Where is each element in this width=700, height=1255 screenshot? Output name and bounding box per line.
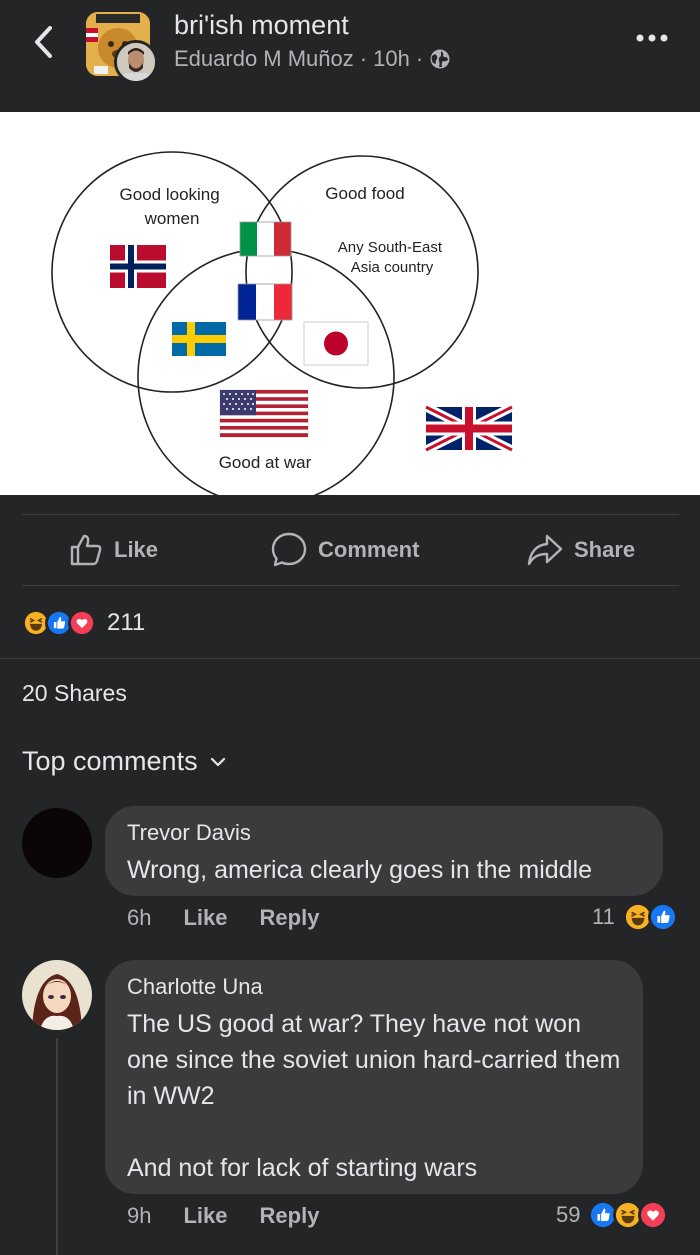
thumbs-up-icon [70, 534, 102, 566]
comment-like-button[interactable]: Like [183, 905, 227, 931]
japan-flag [303, 321, 369, 366]
venn-diagram: Good looking women Good food Good at war… [51, 151, 515, 506]
comment-reactions[interactable]: 59 [556, 1200, 669, 1230]
comment-time[interactable]: 9h [127, 1203, 151, 1229]
share-button[interactable]: Share [526, 530, 635, 570]
group-name[interactable]: bri'ish moment [174, 10, 349, 41]
commenter-avatar[interactable] [22, 808, 92, 878]
reaction-summary[interactable]: 211 [22, 606, 145, 640]
chevron-left-icon [35, 26, 52, 58]
italy-flag [239, 221, 292, 257]
usa-flag [219, 389, 309, 438]
meta-separator-2: · [415, 46, 424, 71]
comment-button[interactable]: Comment [270, 530, 419, 570]
post-image[interactable]: Good looking women Good food Good at war… [0, 112, 700, 506]
uk-flag [423, 402, 515, 455]
globe-icon [430, 49, 450, 69]
comment-bubble[interactable]: Trevor Davis Wrong, america clearly goes… [105, 806, 663, 896]
post-header: bri'ish moment Eduardo M Muñoz · 10h · [0, 0, 700, 112]
like-label: Like [114, 537, 159, 562]
divider [22, 585, 679, 586]
circle-label-war: Good at war [219, 453, 312, 472]
author-avatar[interactable] [114, 40, 158, 84]
more-dots-icon [636, 34, 668, 42]
comment-reactions[interactable]: 11 [592, 902, 678, 932]
comment-sort-dropdown[interactable]: Top comments [22, 746, 226, 777]
meta-separator: · [359, 46, 368, 71]
chevron-down-icon [210, 757, 225, 766]
post-action-bar: Like Comment Share [0, 518, 700, 582]
norway-flag [110, 245, 166, 288]
love-reaction-icon [638, 1200, 669, 1230]
comment-reply-button[interactable]: Reply [260, 1203, 320, 1229]
like-button[interactable]: Like [68, 530, 158, 570]
commenter-avatar[interactable] [22, 960, 92, 1030]
reaction-count: 211 [107, 609, 146, 636]
commenter-name[interactable]: Trevor Davis [127, 820, 641, 846]
post-meta: Eduardo M Muñoz · 10h · [174, 46, 451, 72]
comment-meta: 9h Like Reply [127, 1203, 351, 1229]
comment-text: Wrong, america clearly goes in the middl… [127, 856, 593, 884]
circle-label-food: Good food [325, 184, 404, 203]
france-flag [237, 283, 293, 321]
comment-time[interactable]: 6h [127, 905, 151, 931]
back-button[interactable] [28, 22, 58, 62]
comment-reaction-count: 59 [556, 1202, 581, 1227]
annotation-asia: Any South-East Asia country [338, 239, 446, 276]
comment-bubble-icon [271, 532, 307, 567]
circle-label-women: Good looking women [120, 185, 225, 228]
comment-meta: 6h Like Reply [127, 905, 351, 931]
author-name[interactable]: Eduardo M Muñoz [174, 46, 354, 72]
comment-text: The US good at war? They have not won on… [127, 1010, 621, 1182]
post-time[interactable]: 10h [373, 46, 410, 72]
commenter-name[interactable]: Charlotte Una [127, 974, 621, 1000]
comment-reply-button[interactable]: Reply [260, 905, 320, 931]
comment-sort-label: Top comments [22, 746, 198, 776]
reply-thread-line [56, 1038, 58, 1255]
shares-count[interactable]: 20 Shares [22, 680, 127, 707]
like-reaction-icon [647, 902, 678, 932]
divider [0, 658, 700, 659]
comment-label: Comment [318, 537, 420, 562]
divider [22, 514, 679, 515]
love-reaction-icon [68, 609, 96, 637]
comment-bubble[interactable]: Charlotte Una The US good at war? They h… [105, 960, 643, 1194]
comment-like-button[interactable]: Like [183, 1203, 227, 1229]
comment-reaction-count: 11 [592, 904, 615, 929]
share-arrow-icon [527, 534, 563, 566]
share-label: Share [574, 537, 636, 562]
sweden-flag [172, 322, 226, 356]
more-options-button[interactable] [632, 26, 672, 50]
